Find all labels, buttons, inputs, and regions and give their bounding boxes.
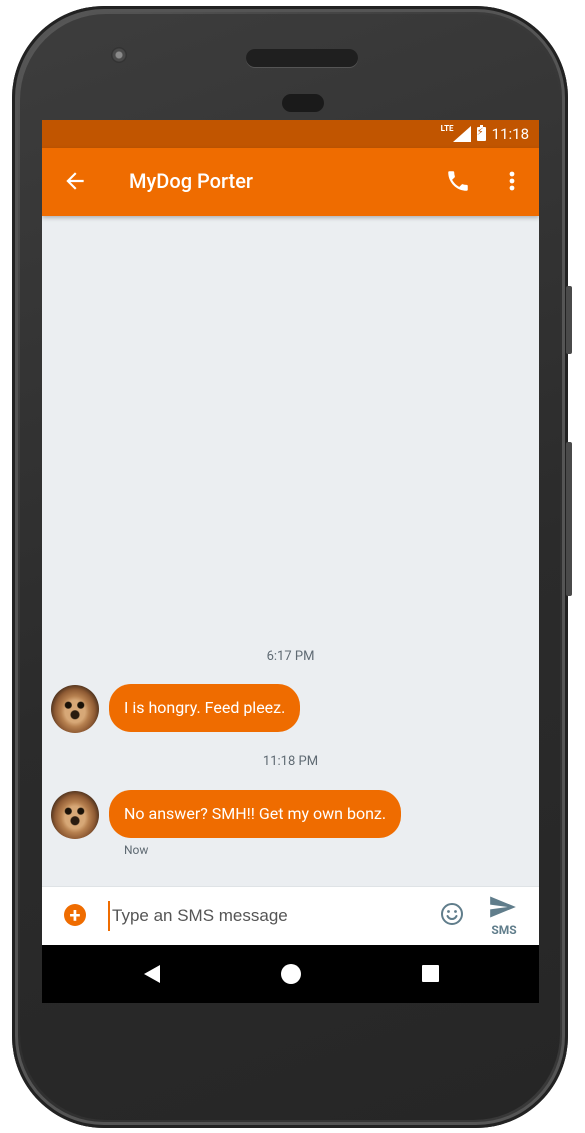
compose-bar: + SMS (42, 886, 539, 945)
message-input[interactable] (108, 901, 424, 931)
send-icon (490, 896, 516, 918)
message-bubble[interactable]: I is hongry. Feed pleez. (109, 684, 301, 732)
status-bar: LTE 11:18 (42, 120, 539, 148)
status-icons: LTE 11:18 (441, 124, 529, 144)
contact-avatar[interactable] (51, 791, 99, 839)
send-button[interactable]: SMS (484, 895, 524, 939)
message-status: Now (124, 843, 149, 857)
navigation-bar (42, 945, 539, 1003)
proximity-sensor (282, 94, 324, 112)
arrow-back-icon[interactable] (62, 168, 88, 194)
phone-icon[interactable] (445, 168, 471, 194)
message-timestamp: 6:17 PM (266, 649, 315, 664)
app-bar: MyDog Porter (42, 148, 539, 216)
signal-strength-icon (452, 126, 471, 142)
emoji-icon[interactable] (440, 902, 464, 926)
send-type-label: SMS (491, 923, 517, 937)
message-bubble[interactable]: No answer? SMH!! Get my own bonz. (109, 790, 402, 838)
volume-button (566, 442, 572, 596)
earpiece-speaker (246, 49, 358, 67)
battery-charging-icon (476, 125, 486, 141)
nav-back-icon[interactable] (144, 965, 160, 983)
conversation-title: MyDog Porter (129, 169, 253, 193)
phone-screen: LTE 11:18 MyDog Porter 6:17 PM I is hong… (42, 120, 539, 1003)
nav-home-icon[interactable] (281, 964, 301, 984)
more-vert-icon[interactable] (502, 168, 522, 194)
front-camera (111, 47, 127, 63)
network-type: LTE (440, 124, 454, 133)
add-circle-icon[interactable]: + (64, 904, 86, 926)
contact-avatar[interactable] (51, 685, 99, 733)
power-button (566, 286, 572, 354)
status-time: 11:18 (491, 125, 529, 143)
nav-recents-icon[interactable] (422, 965, 439, 982)
message-timestamp: 11:18 PM (262, 754, 319, 769)
lte-signal-icon: LTE (441, 124, 471, 144)
